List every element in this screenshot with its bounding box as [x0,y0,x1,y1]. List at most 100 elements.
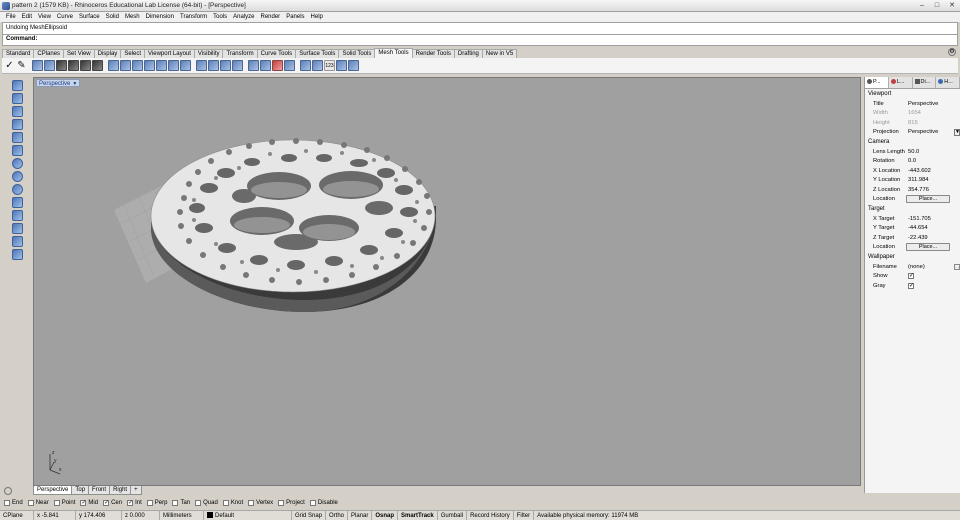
toolbar-options-icon[interactable]: ⚙ [948,48,956,56]
mesh-split-icon[interactable] [56,60,67,71]
minimize-icon[interactable]: – [916,1,928,10]
tab-cplanes[interactable]: CPlanes [33,49,65,58]
menu-help[interactable]: Help [308,12,326,22]
wallpaper-gray-checkbox[interactable]: ✓ [908,282,914,289]
status-grid-snap[interactable]: Grid Snap [292,510,327,520]
perspective-viewport[interactable]: Perspective ▼ x y z [33,77,861,486]
mesh-offset-icon[interactable] [108,60,119,71]
tab-render-tools[interactable]: Render Tools [411,49,455,58]
maximize-icon[interactable]: □ [931,1,943,10]
menu-edit[interactable]: Edit [19,12,35,22]
status-smarttrack[interactable]: SmartTrack [398,510,438,520]
osnap-tan[interactable]: Tan [172,500,190,506]
menu-transform[interactable]: Transform [177,12,210,22]
osnap-mid[interactable]: ✓ Mid [80,500,98,506]
mesh-trim-icon[interactable] [68,60,79,71]
mesh-vertex-icon[interactable] [336,60,347,71]
mesh-triangulate-icon[interactable] [168,60,179,71]
mesh-swap-edge-icon[interactable] [284,60,295,71]
mesh-plane-icon[interactable] [12,80,23,91]
mesh-loft-icon[interactable] [12,223,23,234]
camera-place-button[interactable]: Place... [906,195,950,204]
mesh-polygon-icon[interactable] [12,93,23,104]
status-layer[interactable]: Default [204,510,292,520]
mesh-to-nurb-icon[interactable] [260,60,271,71]
tab-visibility[interactable]: Visibility [193,49,224,58]
browse-file-icon[interactable]: … [954,263,960,270]
status-filter[interactable]: Filter [514,510,535,520]
osnap-vertex[interactable]: Vertex [248,500,273,506]
z-target-field[interactable]: -22.439 [906,235,960,241]
osnap-disable[interactable]: Disable [309,500,338,506]
repair-icon[interactable]: ✎ [16,60,27,71]
panel-tab-layers[interactable]: L... [888,77,913,88]
osnap-perp-checkbox[interactable] [146,500,153,506]
osnap-vertex-checkbox[interactable] [248,500,255,506]
tab-display[interactable]: Display [93,49,122,58]
osnap-end[interactable]: End [4,500,23,506]
close-icon[interactable]: ✕ [946,1,958,10]
mesh-boolean-icon[interactable] [44,60,55,71]
osnap-cen-checkbox[interactable]: ✓ [103,500,109,506]
tab-surface-tools[interactable]: Surface Tools [295,49,340,58]
mesh-cylinder-icon[interactable] [12,119,23,130]
mesh-reduce-icon[interactable] [120,60,131,71]
osnap-int[interactable]: ✓ Int [127,500,142,506]
tab-standard[interactable]: Standard [2,49,35,58]
mesh-from-surface-icon[interactable] [248,60,259,71]
panel-tab-help[interactable]: H... [936,77,960,88]
viewport-tab-top[interactable]: Top [71,486,90,495]
tab-select[interactable]: Select [120,49,145,58]
mesh-ellipsoid-icon[interactable] [12,171,23,182]
menu-dimension[interactable]: Dimension [143,12,177,22]
mesh-patch-icon[interactable] [32,60,43,71]
add-viewport-tab-icon[interactable]: + [130,486,142,495]
target-place-button[interactable]: Place... [906,243,950,252]
mesh-box-icon[interactable] [12,106,23,117]
viewport-tab-front[interactable]: Front [88,486,111,495]
mesh-collapse-icon[interactable] [272,60,283,71]
projection-select[interactable]: Perspective [906,129,951,135]
x-target-field[interactable]: -151.705 [906,216,960,222]
mesh-quadrangulate-icon[interactable] [180,60,191,71]
tab-solid-tools[interactable]: Solid Tools [338,49,376,58]
mesh-smooth-icon[interactable] [220,60,231,71]
menu-curve[interactable]: Curve [54,12,76,22]
prop-title-value[interactable]: Perspective [906,101,960,107]
mesh-unify-icon[interactable] [132,60,143,71]
mesh-extrude-icon[interactable] [12,210,23,221]
tab-curve-tools[interactable]: Curve Tools [256,49,297,58]
mesh-intersect-icon[interactable] [80,60,91,71]
mesh-sphere-icon[interactable] [12,158,23,169]
menu-file[interactable]: File [3,12,19,22]
mesh-outline-icon[interactable] [232,60,243,71]
osnap-end-checkbox[interactable] [4,500,10,506]
status-planar[interactable]: Planar [348,510,373,520]
tab-set-view[interactable]: Set View [63,49,95,58]
z-location-field[interactable]: 354.776 [906,187,960,193]
osnap-project[interactable]: Project [278,500,305,506]
menu-view[interactable]: View [35,12,54,22]
mesh-model[interactable] [34,78,861,486]
menu-solid[interactable]: Solid [103,12,122,22]
osnap-quad-checkbox[interactable] [195,500,202,506]
projection-dropdown-icon[interactable]: ▼ [954,128,960,136]
osnap-perp[interactable]: Perp [146,500,167,506]
status-gumball[interactable]: Gumball [438,510,468,520]
tab-mesh-tools[interactable]: Mesh Tools [374,48,413,58]
menu-analyze[interactable]: Analyze [230,12,257,22]
x-location-field[interactable]: -443.602 [906,168,960,174]
mesh-cone-icon[interactable] [12,132,23,143]
mesh-heightfield-icon[interactable] [12,249,23,260]
wallpaper-filename-field[interactable]: (none) [906,264,948,270]
osnap-mid-checkbox[interactable]: ✓ [80,500,86,506]
status-ortho[interactable]: Ortho [326,510,349,520]
mesh-fill-holes-icon[interactable] [208,60,219,71]
osnap-cen[interactable]: ✓ Cen [103,500,122,506]
menu-render[interactable]: Render [258,12,284,22]
mesh-extract-icon[interactable] [196,60,207,71]
lens-length-field[interactable]: 50.0 [906,149,960,155]
wallpaper-show-checkbox[interactable]: ✓ [908,273,914,280]
osnap-knot[interactable]: Knot [222,500,243,506]
menu-surface[interactable]: Surface [76,12,103,22]
